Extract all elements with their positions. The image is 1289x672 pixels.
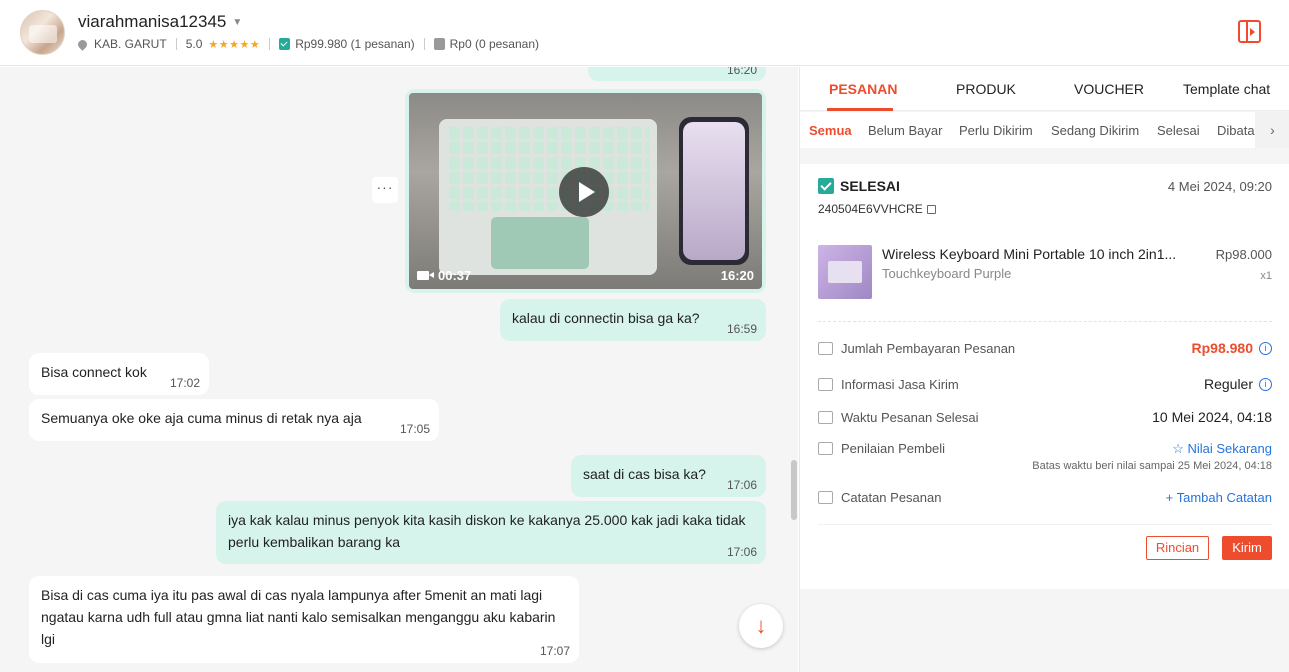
chat-header: viarahmanisa12345 ▼ KAB. GARUT 5.0 ★★★★★… bbox=[0, 0, 1289, 66]
video-duration: 00:37 bbox=[417, 268, 471, 283]
play-icon[interactable] bbox=[559, 167, 609, 217]
tab-produk[interactable]: PRODUK bbox=[956, 81, 1016, 97]
collapse-panel-icon[interactable] bbox=[1238, 20, 1261, 43]
order-status-filter: Semua Belum Bayar Perlu Dikirim Sedang D… bbox=[800, 112, 1289, 148]
review-star-icon bbox=[818, 442, 833, 455]
user-meta: KAB. GARUT 5.0 ★★★★★ Rp99.980 (1 pesanan… bbox=[76, 37, 539, 51]
add-note-link[interactable]: + Tambah Catatan bbox=[1166, 490, 1272, 505]
notes-row-label: Catatan Pesanan bbox=[818, 490, 941, 505]
send-order-button[interactable]: Kirim bbox=[1222, 536, 1272, 560]
message-bubble: Semuanya oke oke aja cuma minus di retak… bbox=[29, 399, 439, 441]
message-text: Semuanya oke oke aja cuma minus di retak… bbox=[41, 410, 362, 426]
order-id: 240504E6VVHCRE bbox=[818, 202, 936, 216]
location-pin-icon bbox=[76, 37, 89, 51]
review-deadline: Batas waktu beri nilai sampai 25 Mei 202… bbox=[1032, 460, 1272, 472]
user-avatar[interactable] bbox=[20, 10, 65, 55]
user-location: KAB. GARUT bbox=[94, 37, 167, 51]
subtab-perlu-dikirim[interactable]: Perlu Dikirim bbox=[959, 123, 1033, 138]
message-time: 16:59 bbox=[726, 322, 757, 336]
message-bubble-partial: 16:20 bbox=[588, 67, 766, 81]
subtab-semua[interactable]: Semua bbox=[809, 123, 852, 138]
chevron-right-icon[interactable]: › bbox=[1255, 112, 1289, 148]
chat-scrollbar[interactable] bbox=[791, 460, 797, 520]
shipping-row-label: Informasi Jasa Kirim bbox=[818, 377, 959, 392]
phone-image bbox=[679, 117, 749, 265]
product-quantity: x1 bbox=[1260, 270, 1272, 282]
star-rating-icon: ★★★★★ bbox=[208, 38, 261, 51]
video-time: 16:20 bbox=[720, 268, 754, 283]
subtab-sedang-dikirim[interactable]: Sedang Dikirim bbox=[1051, 123, 1139, 138]
username: viarahmanisa12345 bbox=[78, 12, 227, 31]
message-text: saat di cas bisa ka? bbox=[583, 466, 706, 482]
product-variant: Touchkeyboard Purple bbox=[882, 266, 1012, 281]
completed-time-value: 10 Mei 2024, 04:18 bbox=[1152, 409, 1272, 425]
tab-voucher[interactable]: VOUCHER bbox=[1074, 81, 1144, 97]
message-time: 17:06 bbox=[726, 545, 757, 559]
tab-pesanan[interactable]: PESANAN bbox=[829, 81, 897, 97]
payment-amount: Rp98.980 bbox=[1191, 340, 1253, 356]
rate-now-link[interactable]: ☆ Nilai Sekarang bbox=[1172, 441, 1272, 457]
note-icon bbox=[818, 491, 833, 504]
order-date: 4 Mei 2024, 09:20 bbox=[1167, 179, 1272, 194]
panel-tabs: PESANAN PRODUK VOUCHER Template chat bbox=[800, 67, 1289, 111]
message-bubble: iya kak kalau minus penyok kita kasih di… bbox=[216, 501, 766, 564]
order-status: SELESAI bbox=[818, 178, 900, 194]
review-row-label: Penilaian Pembeli bbox=[818, 441, 945, 456]
message-more-button[interactable]: ··· bbox=[372, 177, 398, 203]
message-bubble: Bisa di cas cuma iya itu pas awal di cas… bbox=[29, 576, 579, 663]
order-card: SELESAI 4 Mei 2024, 09:20 240504E6VVHCRE… bbox=[800, 164, 1289, 589]
review-row-value: ☆ Nilai Sekarang bbox=[1172, 441, 1272, 457]
message-time: 17:07 bbox=[539, 644, 570, 658]
divider bbox=[818, 321, 1272, 322]
message-time: 17:05 bbox=[399, 422, 430, 436]
active-tab-indicator bbox=[827, 108, 893, 111]
message-text: kalau di connectin bisa ga ka? bbox=[512, 310, 700, 326]
wallet-icon bbox=[818, 342, 833, 355]
video-camera-icon bbox=[417, 271, 434, 280]
product-price: Rp98.000 bbox=[1215, 247, 1272, 262]
cancelled-orders: Rp0 (0 pesanan) bbox=[449, 37, 539, 51]
detail-button[interactable]: Rincian bbox=[1146, 536, 1209, 560]
message-bubble: saat di cas bisa ka? 17:06 bbox=[571, 455, 766, 497]
completed-orders-icon bbox=[279, 38, 291, 50]
video-message[interactable]: 00:37 16:20 bbox=[405, 89, 766, 293]
payment-row-label: Jumlah Pembayaran Pesanan bbox=[818, 341, 1015, 356]
order-panel: PESANAN PRODUK VOUCHER Template chat Sem… bbox=[799, 67, 1289, 672]
completed-orders: Rp99.980 (1 pesanan) bbox=[295, 37, 415, 51]
user-rating: 5.0 bbox=[185, 37, 203, 51]
info-icon[interactable]: i bbox=[1259, 377, 1272, 391]
copy-icon[interactable] bbox=[926, 204, 936, 214]
message-text: Bisa connect kok bbox=[41, 364, 147, 380]
cancelled-orders-icon bbox=[433, 38, 445, 50]
notes-row-value: + Tambah Catatan bbox=[1166, 490, 1272, 505]
product-name[interactable]: Wireless Keyboard Mini Portable 10 inch … bbox=[882, 246, 1187, 262]
username-dropdown[interactable]: viarahmanisa12345 ▼ bbox=[78, 12, 242, 32]
payment-row-value: Rp98.980 i bbox=[1192, 340, 1272, 356]
message-text: Bisa di cas cuma iya itu pas awal di cas… bbox=[41, 587, 556, 647]
video-thumbnail[interactable]: 00:37 16:20 bbox=[409, 93, 762, 289]
subtab-selesai[interactable]: Selesai bbox=[1157, 123, 1200, 138]
message-time: 16:20 bbox=[726, 67, 757, 77]
message-text: iya kak kalau minus penyok kita kasih di… bbox=[228, 512, 746, 550]
calendar-icon bbox=[818, 411, 833, 424]
message-time: 17:06 bbox=[726, 478, 757, 492]
completed-time-label: Waktu Pesanan Selesai bbox=[818, 410, 979, 425]
completed-status-icon bbox=[818, 178, 834, 194]
chat-messages-area[interactable]: 16:20 ··· 00:37 16:20 kalau di connectin… bbox=[0, 67, 798, 672]
scroll-down-button[interactable]: ↓ bbox=[739, 604, 783, 648]
shipping-row-value: Reguler i bbox=[1204, 376, 1272, 392]
info-icon[interactable]: i bbox=[1259, 341, 1272, 355]
tab-template-chat[interactable]: Template chat bbox=[1183, 81, 1270, 97]
product-thumbnail[interactable] bbox=[818, 245, 872, 299]
subtab-dibatalkan[interactable]: Dibata bbox=[1217, 123, 1255, 138]
subtab-belum-bayar[interactable]: Belum Bayar bbox=[868, 123, 942, 138]
truck-icon bbox=[818, 378, 833, 391]
message-bubble: Bisa connect kok 17:02 bbox=[29, 353, 209, 395]
divider bbox=[818, 524, 1272, 525]
shipping-service: Reguler bbox=[1203, 376, 1253, 392]
message-bubble: kalau di connectin bisa ga ka? 16:59 bbox=[500, 299, 766, 341]
chevron-down-icon: ▼ bbox=[232, 16, 243, 28]
message-time: 17:02 bbox=[169, 376, 200, 390]
